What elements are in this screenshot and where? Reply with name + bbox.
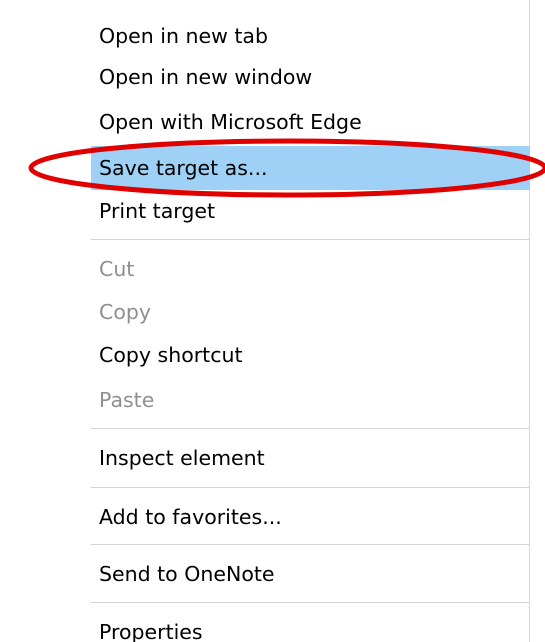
menu-item-send-to-onenote[interactable]: Send to OneNote <box>91 552 530 596</box>
menu-item-cut: Cut <box>91 247 530 291</box>
menu-separator <box>91 487 530 488</box>
menu-item-copy: Copy <box>91 290 530 334</box>
menu-separator <box>91 428 530 429</box>
menu-item-open-in-new-tab[interactable]: Open in new tab <box>91 14 530 58</box>
menu-item-paste: Paste <box>91 378 530 422</box>
menu-item-label: Open in new window <box>99 65 313 89</box>
menu-separator <box>91 602 530 603</box>
screenshot-canvas: Open in new tab Open in new window Open … <box>0 0 545 642</box>
menu-item-label: Open in new tab <box>99 24 268 48</box>
menu-item-properties[interactable]: Properties <box>91 610 530 642</box>
menu-separator <box>91 544 530 545</box>
menu-item-label: Paste <box>99 388 155 412</box>
menu-item-label: Inspect element <box>99 446 265 470</box>
menu-item-label: Copy <box>99 300 152 324</box>
menu-item-copy-shortcut[interactable]: Copy shortcut <box>91 333 530 377</box>
menu-item-label: Add to favorites... <box>99 505 282 529</box>
menu-separator <box>91 239 530 240</box>
menu-item-open-with-microsoft-edge[interactable]: Open with Microsoft Edge <box>91 100 530 144</box>
menu-item-label: Save target as... <box>99 156 268 180</box>
menu-item-label: Copy shortcut <box>99 343 243 367</box>
menu-item-label: Send to OneNote <box>99 562 275 586</box>
menu-item-add-to-favorites[interactable]: Add to favorites... <box>91 495 530 539</box>
menu-item-label: Print target <box>99 199 216 223</box>
menu-item-inspect-element[interactable]: Inspect element <box>91 436 530 480</box>
menu-item-print-target[interactable]: Print target <box>91 189 530 233</box>
menu-item-save-target-as[interactable]: Save target as... <box>91 146 530 190</box>
menu-item-open-in-new-window[interactable]: Open in new window <box>91 55 530 99</box>
context-menu: Open in new tab Open in new window Open … <box>0 0 530 642</box>
menu-item-label: Open with Microsoft Edge <box>99 110 362 134</box>
menu-item-label: Cut <box>99 257 135 281</box>
menu-item-label: Properties <box>99 620 203 642</box>
